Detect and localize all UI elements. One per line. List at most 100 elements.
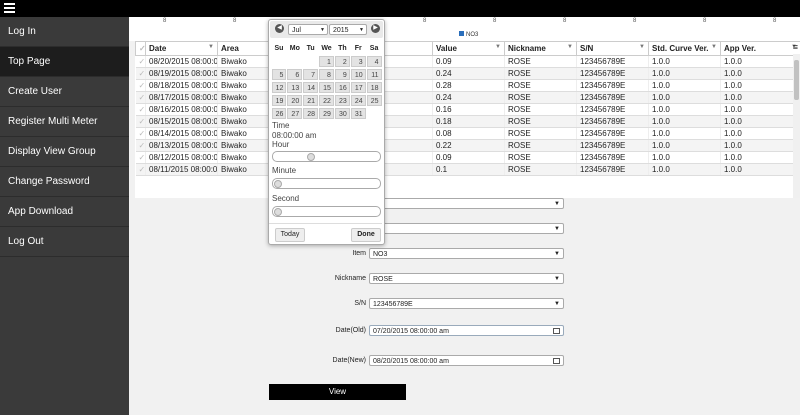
calendar-day[interactable]: 26: [271, 108, 287, 119]
prev-month-icon[interactable]: ◀: [275, 24, 284, 33]
second-slider[interactable]: [272, 206, 381, 217]
table-row[interactable]: ✓08/13/2015 08:00:00 ...Biwako0.22ROSE12…: [135, 139, 800, 152]
calendar-day[interactable]: 8: [319, 69, 334, 80]
table-row[interactable]: ✓08/16/2015 08:00:00 ...Biwako0.16ROSE12…: [135, 103, 800, 116]
calendar-day[interactable]: 4: [366, 56, 382, 67]
grid-menu-icon[interactable]: ≡: [793, 42, 798, 52]
calendar-day[interactable]: 23: [334, 95, 350, 106]
row-checkbox[interactable]: ✓: [135, 67, 146, 80]
row-checkbox[interactable]: ✓: [135, 103, 146, 116]
row-checkbox[interactable]: ✓: [135, 127, 146, 140]
year-select[interactable]: 2015 ▼: [329, 24, 367, 35]
calendar-day[interactable]: 14: [303, 82, 319, 93]
row-checkbox[interactable]: ✓: [135, 115, 146, 128]
sort-icon[interactable]: ▼: [208, 44, 214, 50]
date-old-input[interactable]: 07/20/2015 08:00:00 am: [369, 325, 564, 336]
sort-icon[interactable]: ▼: [495, 44, 501, 50]
calendar-day[interactable]: 30: [334, 108, 350, 119]
sort-icon[interactable]: ▼: [567, 44, 573, 50]
calendar-day[interactable]: 20: [287, 95, 303, 106]
calendar-day[interactable]: 25: [366, 95, 382, 106]
calendar-day[interactable]: 7: [303, 69, 319, 80]
calendar-day[interactable]: 28: [303, 108, 319, 119]
point-select[interactable]: ▼: [369, 223, 564, 234]
sidebar-item-top-page[interactable]: Top Page: [0, 47, 129, 77]
next-month-icon[interactable]: ▶: [371, 24, 380, 33]
calendar-day[interactable]: 3: [350, 56, 366, 67]
column-header-nickname[interactable]: Nickname ▼: [504, 41, 577, 56]
sn-select[interactable]: 123456789E ▼: [369, 298, 564, 309]
calendar-day[interactable]: 21: [303, 95, 319, 106]
row-checkbox[interactable]: ✓: [135, 91, 146, 104]
row-checkbox[interactable]: ✓: [135, 55, 146, 68]
sidebar-item-create-user[interactable]: Create User: [0, 77, 129, 107]
calendar-day[interactable]: 13: [287, 82, 303, 93]
table-row[interactable]: ✓08/15/2015 08:00:00 ...Biwako0.18ROSE12…: [135, 115, 800, 128]
month-select[interactable]: Jul ▼: [288, 24, 328, 35]
calendar-day[interactable]: 2: [334, 56, 350, 67]
table-row[interactable]: ✓08/18/2015 08:00:00 ...Biwako0.28ROSE12…: [135, 79, 800, 92]
calendar-day[interactable]: 17: [350, 82, 366, 93]
calendar-day[interactable]: 27: [287, 108, 303, 119]
sidebar-item-log-out[interactable]: Log Out: [0, 227, 129, 257]
table-row[interactable]: ✓08/20/2015 08:00:00 ...Biwako0.09ROSE12…: [135, 55, 800, 68]
calendar-day[interactable]: 19: [271, 95, 287, 106]
calendar-day[interactable]: 6: [287, 69, 303, 80]
calendar-day[interactable]: 22: [319, 95, 334, 106]
row-checkbox[interactable]: ✓: [135, 163, 146, 176]
calendar-day[interactable]: 29: [319, 108, 334, 119]
calendar-day[interactable]: 31: [350, 108, 366, 119]
minute-slider[interactable]: [272, 178, 381, 189]
hour-slider[interactable]: [272, 151, 381, 162]
table-row[interactable]: ✓08/17/2015 08:00:00 ...Biwako0.24ROSE12…: [135, 91, 800, 104]
done-button[interactable]: Done: [351, 228, 381, 242]
table-row[interactable]: ✓08/14/2015 08:00:00 ...Biwako0.08ROSE12…: [135, 127, 800, 140]
calendar-day[interactable]: 16: [334, 82, 350, 93]
area-select[interactable]: ▼: [369, 198, 564, 209]
hamburger-menu-icon[interactable]: [4, 3, 15, 14]
calendar-day[interactable]: 11: [366, 69, 382, 80]
grid-scrollbar[interactable]: [793, 54, 800, 198]
sidebar-item-display-view-group[interactable]: Display View Group: [0, 137, 129, 167]
sidebar-item-app-download[interactable]: App Download: [0, 197, 129, 227]
date-new-label: Date(New): [332, 357, 366, 364]
scrollbar-thumb[interactable]: [794, 60, 799, 100]
table-row[interactable]: ✓08/19/2015 08:00:00 ...Biwako0.24ROSE12…: [135, 67, 800, 80]
calendar-day[interactable]: 12: [271, 82, 287, 93]
sidebar-item-log-in[interactable]: Log In: [0, 17, 129, 47]
calendar-day[interactable]: 24: [350, 95, 366, 106]
row-checkbox[interactable]: ✓: [135, 139, 146, 152]
nickname-select[interactable]: ROSE ▼: [369, 273, 564, 284]
row-checkbox[interactable]: ✓: [135, 79, 146, 92]
today-button[interactable]: Today: [275, 228, 305, 242]
calendar-icon[interactable]: [553, 328, 560, 334]
table-row[interactable]: ✓08/12/2015 08:00:00 ...Biwako0.09ROSE12…: [135, 151, 800, 164]
calendar-day[interactable]: 15: [319, 82, 334, 93]
select-all-checkbox[interactable]: ✓: [135, 41, 146, 56]
column-header-app-ver[interactable]: App Ver. ▼: [720, 41, 800, 56]
slider-handle[interactable]: [274, 208, 282, 216]
calendar-day[interactable]: 9: [334, 69, 350, 80]
calendar-day[interactable]: 10: [350, 69, 366, 80]
sort-icon[interactable]: ▼: [639, 44, 645, 50]
column-header-value[interactable]: Value ▼: [432, 41, 505, 56]
column-header-std-curve-ver[interactable]: Std. Curve Ver. ▼: [648, 41, 721, 56]
slider-handle[interactable]: [306, 153, 315, 161]
column-header-date[interactable]: Date ▼: [145, 41, 218, 56]
table-row[interactable]: ✓08/11/2015 08:00:00 ...Biwako0.1ROSE123…: [135, 163, 800, 176]
calendar-day[interactable]: 1: [319, 56, 334, 67]
row-checkbox[interactable]: ✓: [135, 151, 146, 164]
calendar-day[interactable]: 18: [366, 82, 382, 93]
calendar-day[interactable]: 5: [271, 69, 287, 80]
calendar-week: 26 27 28 29 30 31: [271, 107, 382, 120]
slider-handle[interactable]: [274, 180, 282, 188]
sidebar-item-register-multi-meter[interactable]: Register Multi Meter: [0, 107, 129, 137]
sort-icon[interactable]: ▼: [711, 44, 717, 50]
date-new-input[interactable]: 08/20/2015 08:00:00 am: [369, 355, 564, 366]
sidebar-item-change-password[interactable]: Change Password: [0, 167, 129, 197]
hour-label: Hour: [272, 140, 290, 149]
calendar-icon[interactable]: [553, 358, 560, 364]
view-button[interactable]: View: [269, 384, 406, 400]
item-select[interactable]: NO3 ▼: [369, 248, 564, 259]
column-header-sn[interactable]: S/N ▼: [576, 41, 649, 56]
